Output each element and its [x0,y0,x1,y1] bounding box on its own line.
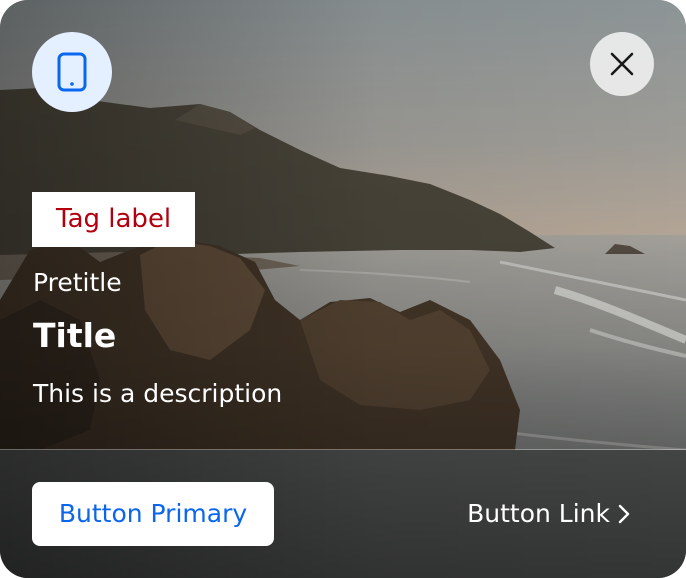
pretitle: Pretitle [33,268,122,297]
chevron-right-icon [618,504,630,524]
card-title: Title [33,316,117,355]
mobile-phone-icon [57,52,87,92]
primary-button[interactable]: Button Primary [32,482,274,546]
divider [0,449,686,450]
close-button[interactable] [590,32,654,96]
tag-label: Tag label [32,192,196,247]
link-button[interactable]: Button Link [467,492,630,536]
card-description: This is a description [33,379,283,408]
close-icon [610,52,634,76]
media-card: Tag label Pretitle Title This is a descr… [0,0,686,578]
mobile-phone-icon-badge [32,32,112,112]
link-button-label: Button Link [467,499,610,528]
